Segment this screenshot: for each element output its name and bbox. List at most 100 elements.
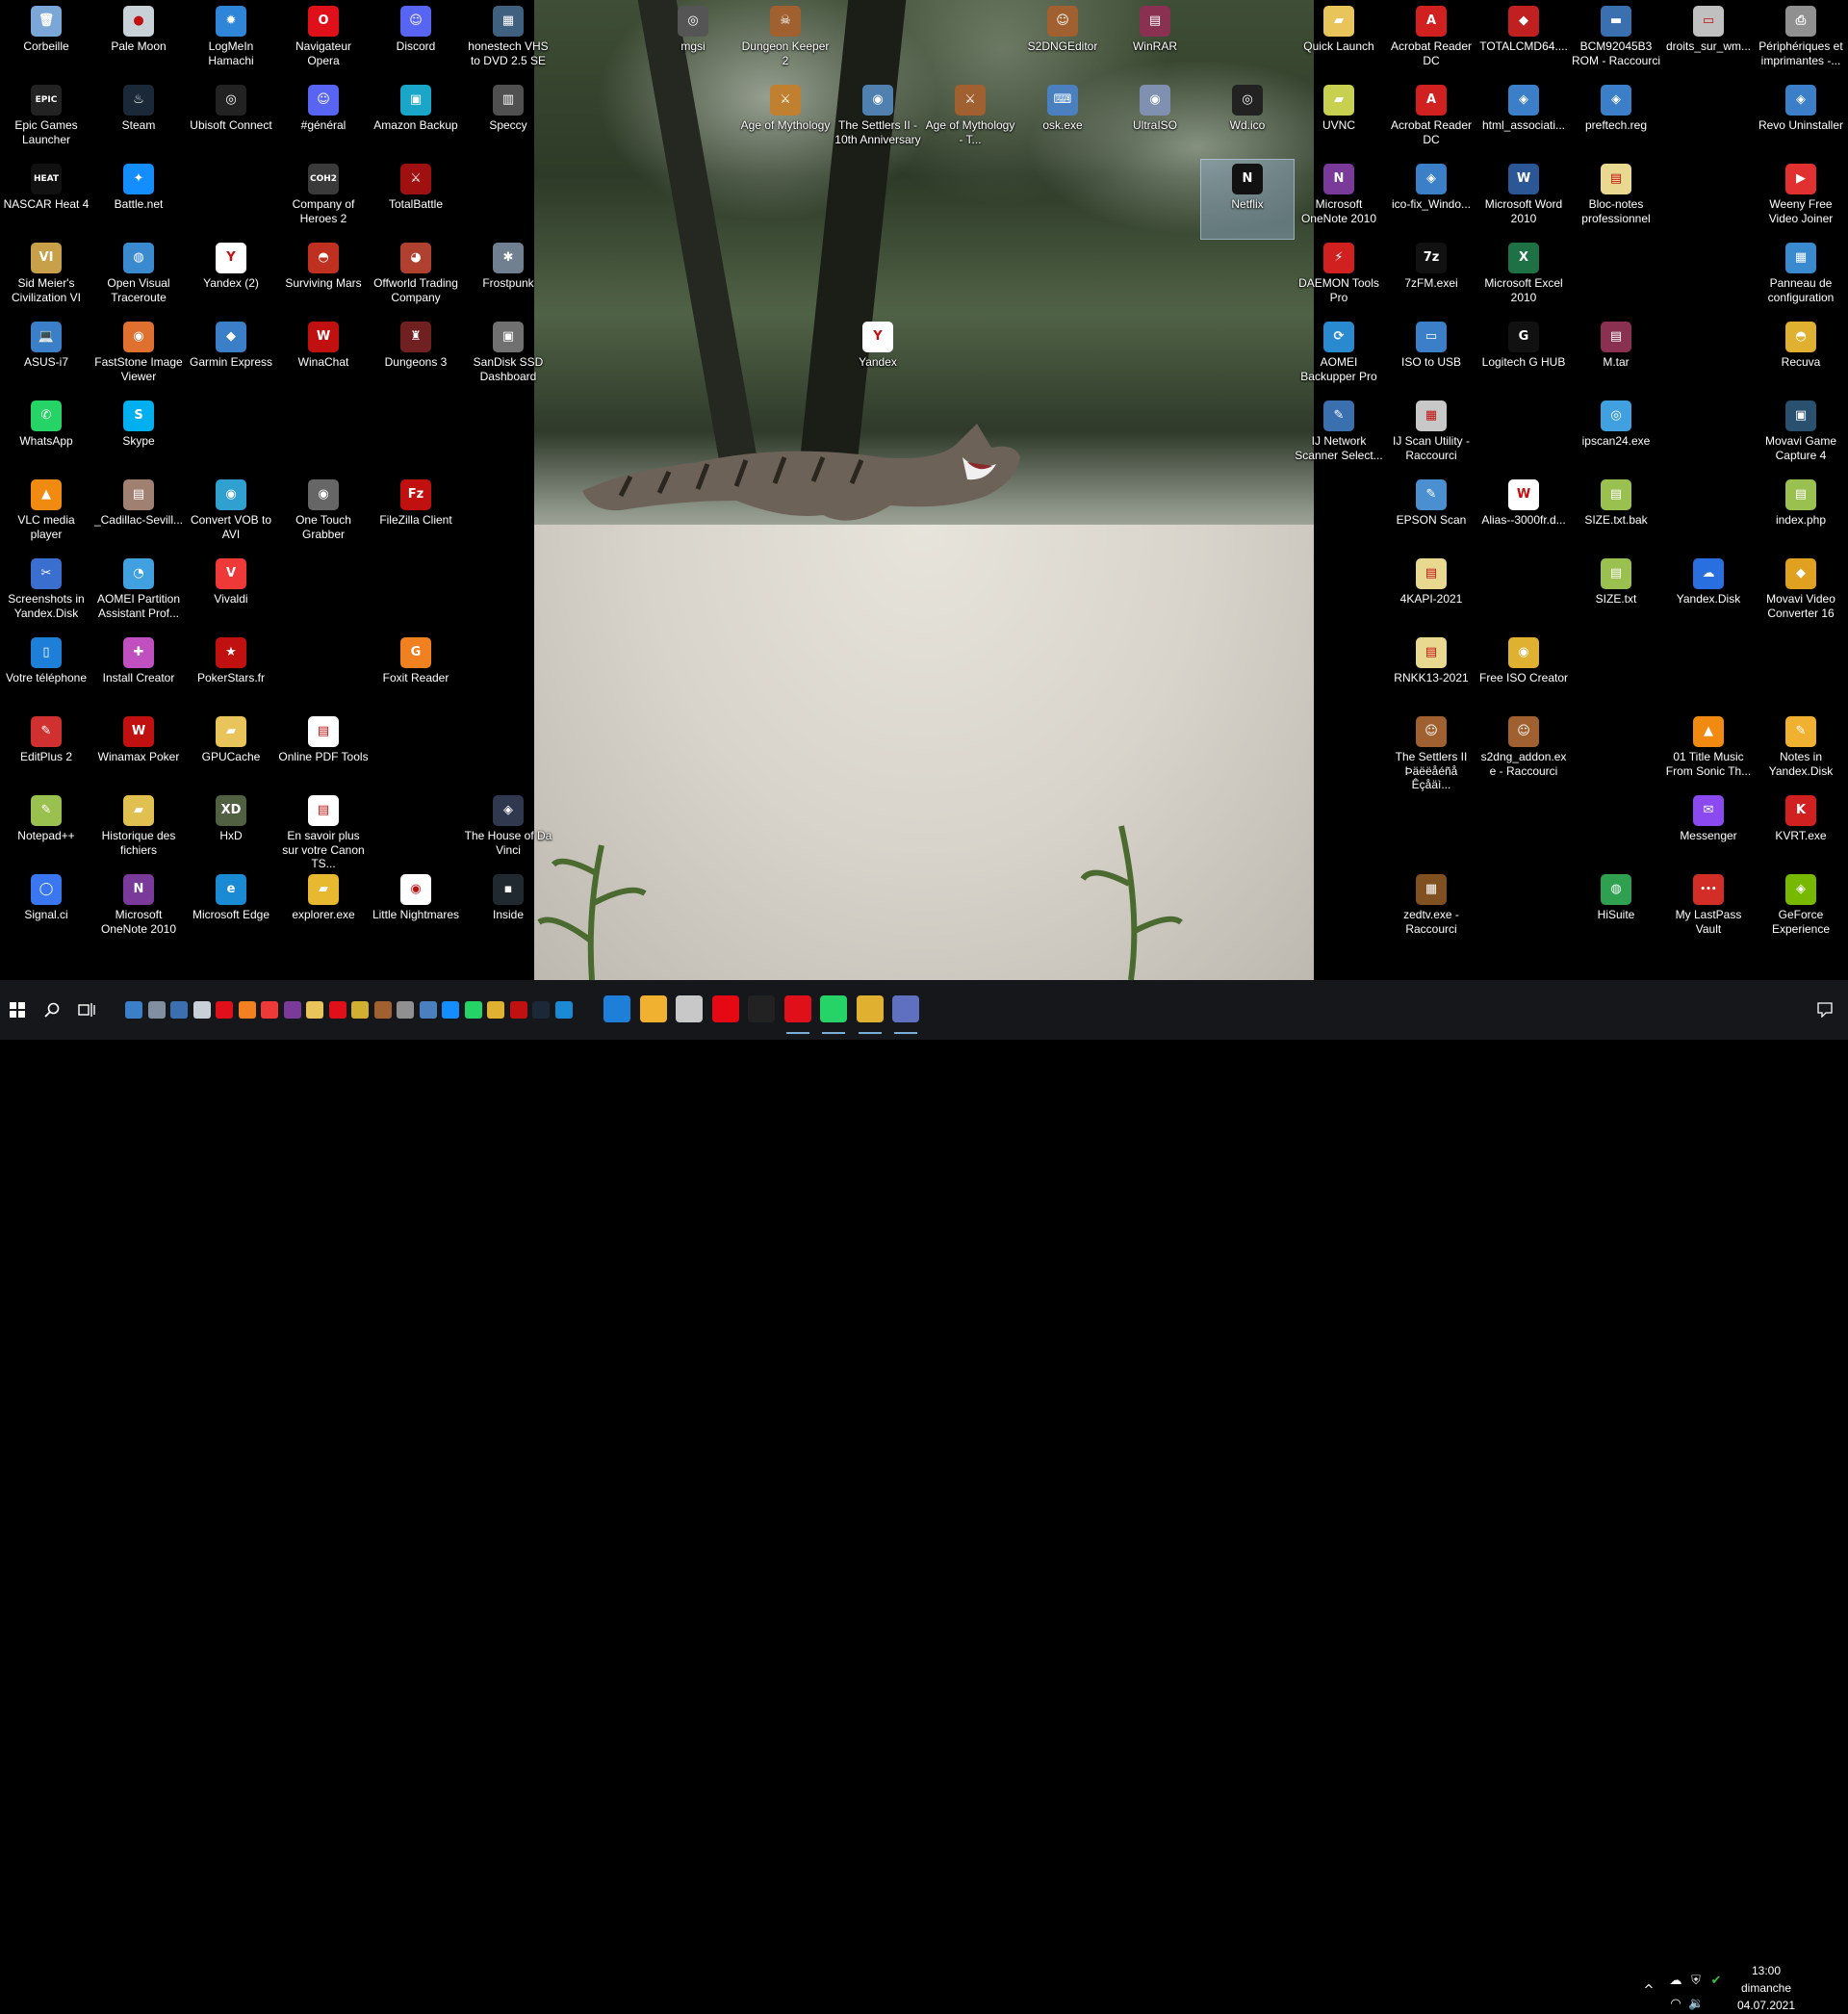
desktop-shortcut-surviving-mars[interactable]: ◓ Surviving Mars [277,239,370,318]
desktop-shortcut-word-document[interactable]: W Alias--3000fr.d... [1477,476,1570,555]
desktop-shortcut-install-creator[interactable]: ✚ Install Creator [92,633,185,712]
desktop-shortcut-yandex-screenshots[interactable]: ✂ Screenshots in Yandex.Disk [0,555,92,633]
inkscape-icon[interactable] [748,995,775,1022]
desktop-shortcut-ubisoft[interactable]: ◎ Ubisoft Connect [185,81,277,160]
store-icon[interactable] [676,995,703,1022]
desktop-shortcut-keyboard[interactable]: ⌨ osk.exe [1016,81,1109,160]
wifi-icon[interactable]: ◠ [1668,1997,1683,2012]
desktop-shortcut-total-commander[interactable]: ◆ TOTALCMD64.... [1477,2,1570,81]
desktop-shortcut-html-file[interactable]: ▤ Online PDF Tools [277,712,370,791]
desktop-shortcut-file-history[interactable]: ▰ Historique des fichiers [92,791,185,870]
onedrive-icon[interactable]: ☁ [1668,1974,1683,1989]
keyboard-icon[interactable] [419,1001,437,1019]
desktop-shortcut-excel[interactable]: X Microsoft Excel 2010 [1477,239,1570,318]
desktop-shortcut-settlers-addon[interactable]: ☺ s2dng_addon.exe - Raccourci [1477,712,1570,791]
desktop-shortcut-usb-drive[interactable]: ▬ BCM92045B3 ROM - Raccourci [1570,2,1662,81]
desktop-shortcut-acrobat[interactable]: A Acrobat Reader DC [1385,2,1477,81]
vivaldi-icon[interactable] [261,1001,278,1019]
desktop-shortcut-vivaldi[interactable]: V Vivaldi [185,555,277,633]
folder-icon[interactable] [306,1001,323,1019]
desktop-shortcut-filezilla[interactable]: Fz FileZilla Client [370,476,462,555]
desktop-shortcut-yandex[interactable]: Y Yandex [832,318,924,397]
desktop-shortcut-printer[interactable]: ⎙ Périphériques et imprimantes -... [1755,2,1847,81]
desktop-shortcut-epson-scan[interactable]: ✎ EPSON Scan [1385,476,1477,555]
desktop-shortcut-notepad[interactable]: ▤ Bloc-notes professionnel [1570,160,1662,239]
desktop-shortcut-settlers-shortcut[interactable]: ☺ The Settlers II Þäëëåéñå Êçåäì... [1385,712,1477,791]
desktop-shortcut-settlers[interactable]: ◉ The Settlers II - 10th Anniversary [832,81,924,160]
desktop-shortcut-notepadpp[interactable]: ✎ Notepad++ [0,791,92,870]
desktop-shortcut-edge[interactable]: e Microsoft Edge [185,870,277,949]
desktop-shortcut-wd[interactable]: ◎ Wd.ico [1201,81,1294,160]
desktop-shortcut-globe[interactable]: ◍ Open Visual Traceroute [92,239,185,318]
whatsapp-icon[interactable] [820,995,847,1034]
desktop-shortcut-registry-file[interactable]: ◈ ico-fix_Windo... [1385,160,1477,239]
desktop-shortcut-iso-creator[interactable]: ◉ Free ISO Creator [1477,633,1570,712]
desktop-shortcut-house-davinci[interactable]: ◈ The House of Da Vinci [462,791,554,870]
archive-icon[interactable] [351,1001,369,1019]
desktop-shortcut-aomei-partition[interactable]: ◔ AOMEI Partition Assistant Prof... [92,555,185,633]
desktop-shortcut-computer[interactable]: 💻 ASUS-i7 [0,318,92,397]
desktop-shortcut-folder[interactable]: ▰ GPUCache [185,712,277,791]
security-shield-icon[interactable]: ⛨ [1688,1974,1704,1989]
desktop-shortcut-vlc[interactable]: ▲ 01 Title Music From Sonic Th... [1662,712,1755,791]
pale-moon-icon[interactable] [192,1001,211,1019]
desktop-shortcut-archive[interactable]: ▤ M.tar [1570,318,1662,397]
desktop-shortcut-dungeons[interactable]: ♜ Dungeons 3 [370,318,462,397]
desktop-shortcut-speccy[interactable]: ▥ Speccy [462,81,554,160]
desktop-shortcut-yandex-disk[interactable]: ☁ Yandex.Disk [1662,555,1755,633]
desktop-shortcut-winamax[interactable]: W Winamax Poker [92,712,185,791]
desktop-shortcut-company-of-heroes[interactable]: COH2 Company of Heroes 2 [277,160,370,239]
desktop-shortcut-convert-vob[interactable]: ◉ Convert VOB to AVI [185,476,277,555]
desktop-shortcut-mgsi[interactable]: ◎ mgsi [647,2,739,81]
desktop-shortcut-sandisk[interactable]: ▣ SanDisk SSD Dashboard [462,318,554,397]
desktop-shortcut-movavi-capture[interactable]: ▣ Movavi Game Capture 4 [1755,397,1847,476]
foxit-icon[interactable] [238,1001,256,1019]
desktop-shortcut-acrobat[interactable]: A Acrobat Reader DC [1385,81,1477,160]
desktop-shortcut-discord[interactable]: ☺ Discord [370,2,462,81]
task-view-button[interactable] [69,980,104,1040]
desktop-shortcut-movavi-converter[interactable]: ◆ Movavi Video Converter 16 [1755,555,1847,633]
desktop-shortcut-iso-to-usb[interactable]: ▭ ISO to USB [1385,318,1477,397]
desktop-shortcut-geforce[interactable]: ◈ GeForce Experience [1755,870,1847,949]
desktop-shortcut-document[interactable]: ▤ 4KAPI-2021 [1385,555,1477,633]
opera-icon[interactable] [216,1001,233,1019]
desktop-shortcut-video-joiner[interactable]: ▶ Weeny Free Video Joiner [1755,160,1847,239]
desktop-shortcut-scanner[interactable]: ✎ IJ Network Scanner Select... [1293,397,1385,476]
desktop-shortcut-uvnc[interactable]: ▰ UVNC [1293,81,1385,160]
desktop-shortcut-phone[interactable]: ▯ Votre téléphone [0,633,92,712]
desktop-shortcut-battlenet[interactable]: ✦ Battle.net [92,160,185,239]
desktop-shortcut-text-file[interactable]: ▤ SIZE.txt [1570,555,1662,633]
desktop-shortcut-inside-game[interactable]: ▪ Inside [462,870,554,949]
desktop-shortcut-nascar-heat[interactable]: HEAT NASCAR Heat 4 [0,160,92,239]
screen-icon[interactable] [170,1001,188,1019]
desktop-shortcut-image-file[interactable]: ▤ _Cadillac-Sevill... [92,476,185,555]
desktop-shortcut-pale-moon[interactable]: ● Pale Moon [92,2,185,81]
desktop-shortcut-skype[interactable]: S Skype [92,397,185,476]
desktop-shortcut-document[interactable]: ▤ RNKK13-2021 [1385,633,1477,712]
desktop-shortcut-offworld[interactable]: ◕ Offworld Trading Company [370,239,462,318]
desktop-shortcut-yandex-notes[interactable]: ✎ Notes in Yandex.Disk [1755,712,1847,791]
yandex-icon[interactable] [783,995,811,1034]
onenote-icon[interactable] [283,1001,301,1019]
desktop-shortcut-settlers-editor[interactable]: ☺ S2DNGEditor [1016,2,1109,81]
desktop-shortcut-control-panel[interactable]: ▦ Panneau de configuration [1755,239,1847,318]
desktop-shortcut-amazon-photos[interactable]: ▣ Amazon Backup [370,81,462,160]
desktop-shortcut-winrar[interactable]: ▤ WinRAR [1109,2,1201,81]
desktop-shortcut-steam[interactable]: ♨ Steam [92,81,185,160]
battlenet-icon[interactable] [442,1001,459,1019]
notes-icon[interactable] [487,1001,504,1019]
desktop-shortcut-hamachi[interactable]: ✹ LogMeIn Hamachi [185,2,277,81]
desktop-shortcut-html-file[interactable]: ▤ En savoir plus sur votre Canon TS... [277,791,370,870]
desktop-shortcut-age-of-mythology[interactable]: ⚔ Age of Mythology [739,81,832,160]
desktop-shortcut-epic-games[interactable]: EPIC Epic Games Launcher [0,81,92,160]
desktop-shortcut-vlc[interactable]: ▲ VLC media player [0,476,92,555]
desktop-shortcut-frostpunk[interactable]: ✱ Frostpunk [462,239,554,318]
desktop-shortcut-winachat[interactable]: W WinaChat [277,318,370,397]
desktop-shortcut-zedtv[interactable]: ▦ zedtv.exe - Raccourci [1385,870,1477,949]
search-button[interactable] [35,980,69,1040]
desktop-shortcut-text-file[interactable]: ▤ SIZE.txt.bak [1570,476,1662,555]
weather-icon[interactable] [639,995,667,1022]
desktop-shortcut-pokerstars[interactable]: ★ PokerStars.fr [185,633,277,712]
desktop-shortcut-quick-launch[interactable]: ▰ Quick Launch [1293,2,1385,81]
notes-icon[interactable] [856,995,884,1034]
